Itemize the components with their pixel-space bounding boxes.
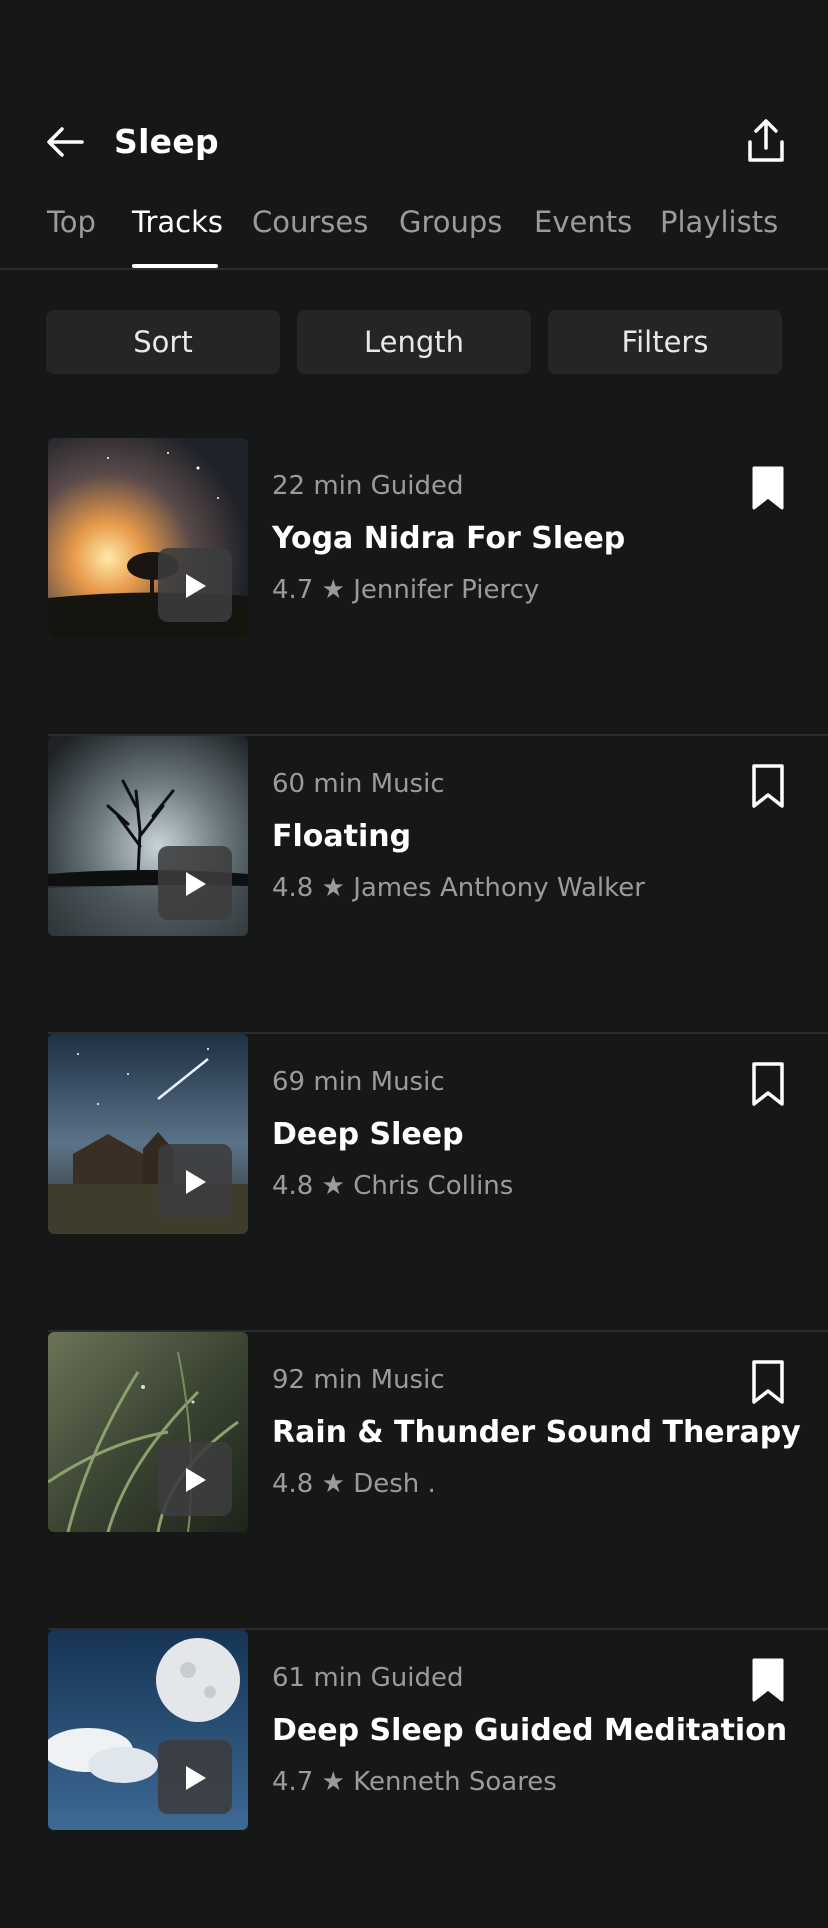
play-button[interactable] [158,1740,232,1814]
filter-bar: Sort Length Filters [46,310,783,374]
bookmark-outline-icon [752,1062,784,1106]
track-rating-author: 4.8 ★ James Anthony Walker [272,872,645,904]
track-title: Yoga Nidra For Sleep [272,521,626,556]
track-meta: 22 min Guided [272,471,464,501]
track-thumbnail [48,1630,248,1830]
tab-top[interactable]: Top [47,204,96,240]
track-meta: 69 min Music [272,1067,445,1097]
track-title: Floating [272,819,412,854]
track-rating-author: 4.7 ★ Kenneth Soares [272,1766,557,1798]
play-button[interactable] [158,548,232,622]
play-icon [186,1170,206,1194]
header: Sleep [0,0,828,175]
play-icon [186,1468,206,1492]
tab-bar: Top Tracks Courses Groups Events Playlis… [0,196,828,270]
author-name: Chris Collins [353,1171,514,1201]
track-thumbnail [48,1332,248,1532]
bookmark-button[interactable] [748,1358,788,1406]
track-rating-author: 4.8 ★ Chris Collins [272,1170,513,1202]
bookmark-outline-icon [752,764,784,808]
share-icon [748,119,784,162]
star-icon: ★ [321,575,345,605]
play-icon [186,872,206,896]
play-icon [186,1766,206,1790]
track-meta: 61 min Guided [272,1663,464,1693]
track-item[interactable]: 69 min Music Deep Sleep 4.8 ★ Chris Coll… [0,1034,828,1332]
back-button[interactable] [42,118,90,166]
bookmark-outline-icon [752,1360,784,1404]
play-button[interactable] [158,1144,232,1218]
track-thumbnail [48,438,248,638]
tab-courses[interactable]: Courses [252,204,368,240]
author-name: Kenneth Soares [353,1767,557,1797]
author-name: Desh . [353,1469,436,1499]
track-thumbnail [48,1034,248,1234]
filters-button[interactable]: Filters [548,310,782,374]
tab-events[interactable]: Events [534,204,632,240]
share-button[interactable] [742,116,790,168]
star-icon: ★ [321,1171,345,1201]
track-item[interactable]: 60 min Music Floating 4.8 ★ James Anthon… [0,736,828,1034]
track-title: Rain & Thunder Sound Therapy [272,1415,801,1450]
bookmark-button[interactable] [748,464,788,512]
rating-value: 4.7 [272,575,314,605]
active-tab-indicator [132,264,218,268]
bookmark-filled-icon [752,466,784,510]
page-title: Sleep [114,122,219,161]
play-button[interactable] [158,1442,232,1516]
rating-value: 4.8 [272,1171,314,1201]
track-thumbnail [48,736,248,936]
track-item[interactable]: 61 min Guided Deep Sleep Guided Meditati… [0,1630,828,1928]
author-name: Jennifer Piercy [353,575,540,605]
sort-button[interactable]: Sort [46,310,280,374]
track-meta: 60 min Music [272,769,445,799]
track-rating-author: 4.7 ★ Jennifer Piercy [272,574,539,606]
play-icon [186,574,206,598]
rating-value: 4.8 [272,873,314,903]
rating-value: 4.7 [272,1767,314,1797]
tab-tracks[interactable]: Tracks [132,204,223,240]
rating-value: 4.8 [272,1469,314,1499]
bookmark-filled-icon [752,1658,784,1702]
star-icon: ★ [321,1469,345,1499]
bookmark-button[interactable] [748,1060,788,1108]
tab-playlists[interactable]: Playlists [660,204,778,240]
star-icon: ★ [321,1767,345,1797]
author-name: James Anthony Walker [353,873,645,903]
length-button[interactable]: Length [297,310,531,374]
track-title: Deep Sleep [272,1117,464,1152]
bookmark-button[interactable] [748,762,788,810]
track-rating-author: 4.8 ★ Desh . [272,1468,436,1500]
track-item[interactable]: 92 min Music Rain & Thunder Sound Therap… [0,1332,828,1630]
track-item[interactable]: 22 min Guided Yoga Nidra For Sleep 4.7 ★… [0,438,828,736]
play-button[interactable] [158,846,232,920]
tab-groups[interactable]: Groups [399,204,502,240]
bookmark-button[interactable] [748,1656,788,1704]
arrow-left-icon [47,127,84,157]
track-title: Deep Sleep Guided Meditation [272,1713,788,1748]
star-icon: ★ [321,873,345,903]
track-meta: 92 min Music [272,1365,445,1395]
